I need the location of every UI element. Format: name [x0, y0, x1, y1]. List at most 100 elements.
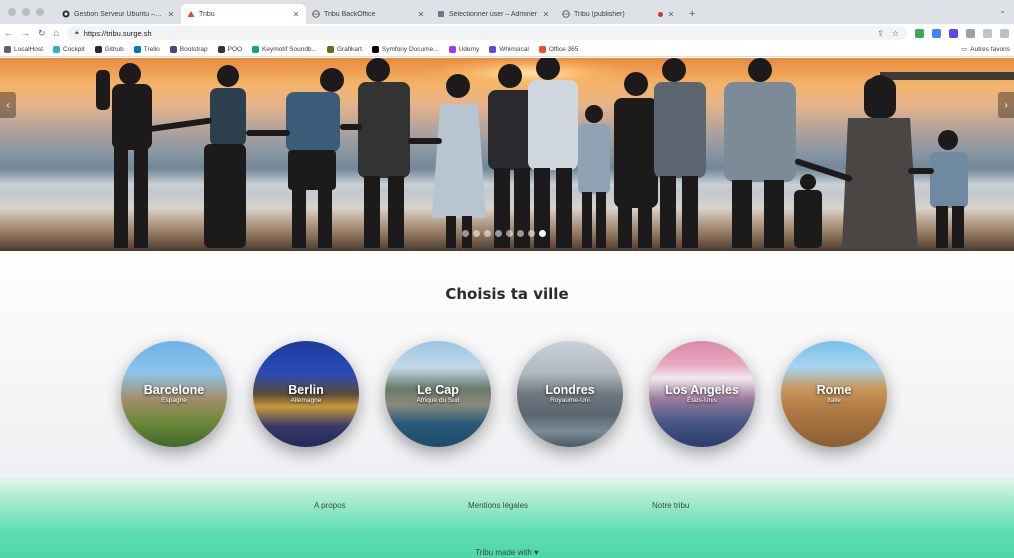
- city-card-berlin[interactable]: Berlin Allemagne: [253, 341, 359, 447]
- maximize-window-button[interactable]: [36, 8, 44, 16]
- puzzle-icon[interactable]: [965, 28, 975, 38]
- minimize-window-button[interactable]: [22, 8, 30, 16]
- city-country: Espagne: [161, 397, 187, 405]
- bookmark-item[interactable]: LocalHost: [4, 45, 43, 53]
- bookmark-label: Grafikart: [336, 45, 362, 53]
- chevron-down-icon[interactable]: ⌄: [999, 6, 1006, 15]
- symfony-icon: [371, 45, 379, 53]
- other-bookmarks-label: Autres favoris: [970, 45, 1010, 53]
- bookmark-label: Cockpit: [62, 45, 85, 53]
- close-icon[interactable]: ✕: [292, 10, 300, 19]
- sound-icon: [252, 45, 260, 53]
- close-icon[interactable]: ✕: [667, 10, 675, 19]
- tab-adminer[interactable]: Sélectionner user – Adminer ✕: [431, 4, 556, 24]
- bookmark-item[interactable]: Cockpit: [52, 45, 85, 53]
- city-card-rome[interactable]: Rome Italie: [781, 341, 887, 447]
- close-icon[interactable]: ✕: [167, 10, 175, 19]
- tab-tribu-publisher[interactable]: Tribu (publisher) ✕: [556, 4, 681, 24]
- extension-icon[interactable]: [914, 28, 924, 38]
- recording-indicator-icon: [658, 11, 663, 17]
- tab-tribu-backoffice[interactable]: Tribu BackOffice ✕: [306, 4, 431, 24]
- globe-icon: [4, 45, 11, 53]
- city-name: Londres: [545, 382, 595, 397]
- new-tab-button[interactable]: +: [681, 4, 703, 24]
- back-arrow-icon[interactable]: ←: [4, 28, 13, 38]
- city-card-londres[interactable]: Londres Royaume-Uni: [517, 341, 623, 447]
- carousel-dot[interactable]: [495, 230, 502, 237]
- other-bookmarks-button[interactable]: ▭ Autres favoris: [961, 45, 1010, 54]
- bookmark-item[interactable]: POO: [217, 45, 242, 53]
- carousel-dot[interactable]: [484, 230, 491, 237]
- home-icon[interactable]: ⌂: [54, 28, 59, 38]
- made-with-text: Tribu made with ♥: [475, 548, 539, 557]
- city-name: Los Angeles: [665, 382, 739, 397]
- carousel-dot[interactable]: [528, 230, 535, 237]
- browser-toolbar: ← → ↻ ⌂ 🔒︎ https://tribu.surge.sh ⇪ ☆ ⋮: [0, 24, 1014, 42]
- carousel-dot[interactable]: [462, 230, 469, 237]
- share-icon[interactable]: ⇪: [877, 29, 884, 38]
- office-icon: [538, 45, 546, 53]
- footer-link-a-propos[interactable]: A propos: [314, 501, 346, 510]
- extension-icon[interactable]: [948, 28, 958, 38]
- bookmark-label: Keymotif Soundb...: [262, 45, 317, 53]
- hero-carousel: ‹ ›: [0, 58, 1014, 251]
- tab-tribu[interactable]: Tribu ✕: [181, 4, 306, 24]
- bookmark-label: Github: [104, 45, 124, 53]
- window-controls: [0, 0, 56, 24]
- whimsical-icon: [489, 45, 497, 53]
- bookmark-item[interactable]: Udemy: [448, 45, 480, 53]
- url-text[interactable]: https://tribu.surge.sh: [84, 29, 152, 38]
- tab-title: Tribu (publisher): [574, 10, 625, 18]
- bookmark-item[interactable]: Whimsical: [489, 45, 529, 53]
- tab-title: Gestion Serveur Ubuntu – Koun: [74, 10, 163, 18]
- bookmark-label: Trello: [143, 45, 160, 53]
- bootstrap-icon: [169, 45, 177, 53]
- cockpit-icon: [52, 45, 60, 53]
- bookmark-label: Udemy: [458, 45, 480, 53]
- carousel-next-button[interactable]: ›: [998, 92, 1014, 118]
- city-card-los-angeles[interactable]: Los Angeles États-Unis: [649, 341, 755, 447]
- bookmark-label: Bootstrap: [179, 45, 208, 53]
- star-icon[interactable]: ☆: [892, 29, 899, 38]
- bookmark-label: LocalHost: [14, 45, 43, 53]
- city-list: Barcelone Espagne Berlin Allemagne Le Ca…: [121, 341, 887, 447]
- carousel-dot[interactable]: [506, 230, 513, 237]
- sidebar-icon[interactable]: [982, 28, 992, 38]
- footer-link-mentions-legales[interactable]: Mentions légales: [468, 501, 528, 510]
- city-name: Le Cap: [417, 382, 459, 397]
- city-country: Afrique du Sud: [416, 397, 460, 405]
- lock-icon[interactable]: 🔒︎: [75, 29, 79, 37]
- city-country: Allemagne: [290, 397, 322, 405]
- bookmark-item[interactable]: Grafikart: [326, 45, 362, 53]
- bookmark-item[interactable]: Keymotif Soundb...: [252, 45, 317, 53]
- bookmark-item[interactable]: Symfony Docume...: [371, 45, 439, 53]
- forward-arrow-icon[interactable]: →: [21, 28, 30, 38]
- carousel-prev-button[interactable]: ‹: [0, 92, 16, 118]
- browser-tab-bar: Gestion Serveur Ubuntu – Koun ✕ Tribu ✕ …: [0, 0, 1014, 24]
- carousel-dot[interactable]: [517, 230, 524, 237]
- bookmark-item[interactable]: Trello: [133, 45, 160, 53]
- trello-icon: [133, 45, 141, 53]
- address-bar[interactable]: 🔒︎ https://tribu.surge.sh ⇪ ☆: [66, 26, 907, 40]
- carousel-indicators: [462, 230, 546, 237]
- bookmark-item[interactable]: Office 365: [538, 45, 578, 53]
- bookmark-item[interactable]: Bootstrap: [169, 45, 208, 53]
- reload-icon[interactable]: ↻: [38, 28, 46, 39]
- translate-icon[interactable]: [931, 28, 941, 38]
- tab-gestion-serveur[interactable]: Gestion Serveur Ubuntu – Koun ✕: [56, 4, 181, 24]
- folder-icon: ▭: [961, 46, 968, 53]
- carousel-dot[interactable]: [539, 230, 546, 237]
- city-card-le-cap[interactable]: Le Cap Afrique du Sud: [385, 341, 491, 447]
- city-card-barcelone[interactable]: Barcelone Espagne: [121, 341, 227, 447]
- carousel-dot[interactable]: [473, 230, 480, 237]
- close-icon[interactable]: ✕: [542, 10, 550, 19]
- close-icon[interactable]: ✕: [417, 10, 425, 19]
- bookmark-label: Symfony Docume...: [381, 45, 439, 53]
- udemy-icon: [448, 45, 456, 53]
- bookmark-item[interactable]: Github: [94, 45, 124, 53]
- close-window-button[interactable]: [8, 8, 16, 16]
- page-title: Choisis ta ville: [445, 285, 569, 303]
- footer-link-notre-tribu[interactable]: Notre tribu: [652, 501, 689, 510]
- bookmarks-bar: LocalHost Cockpit Github Trello Bootstrap POO…: [0, 42, 1014, 57]
- profile-icon[interactable]: [999, 28, 1009, 38]
